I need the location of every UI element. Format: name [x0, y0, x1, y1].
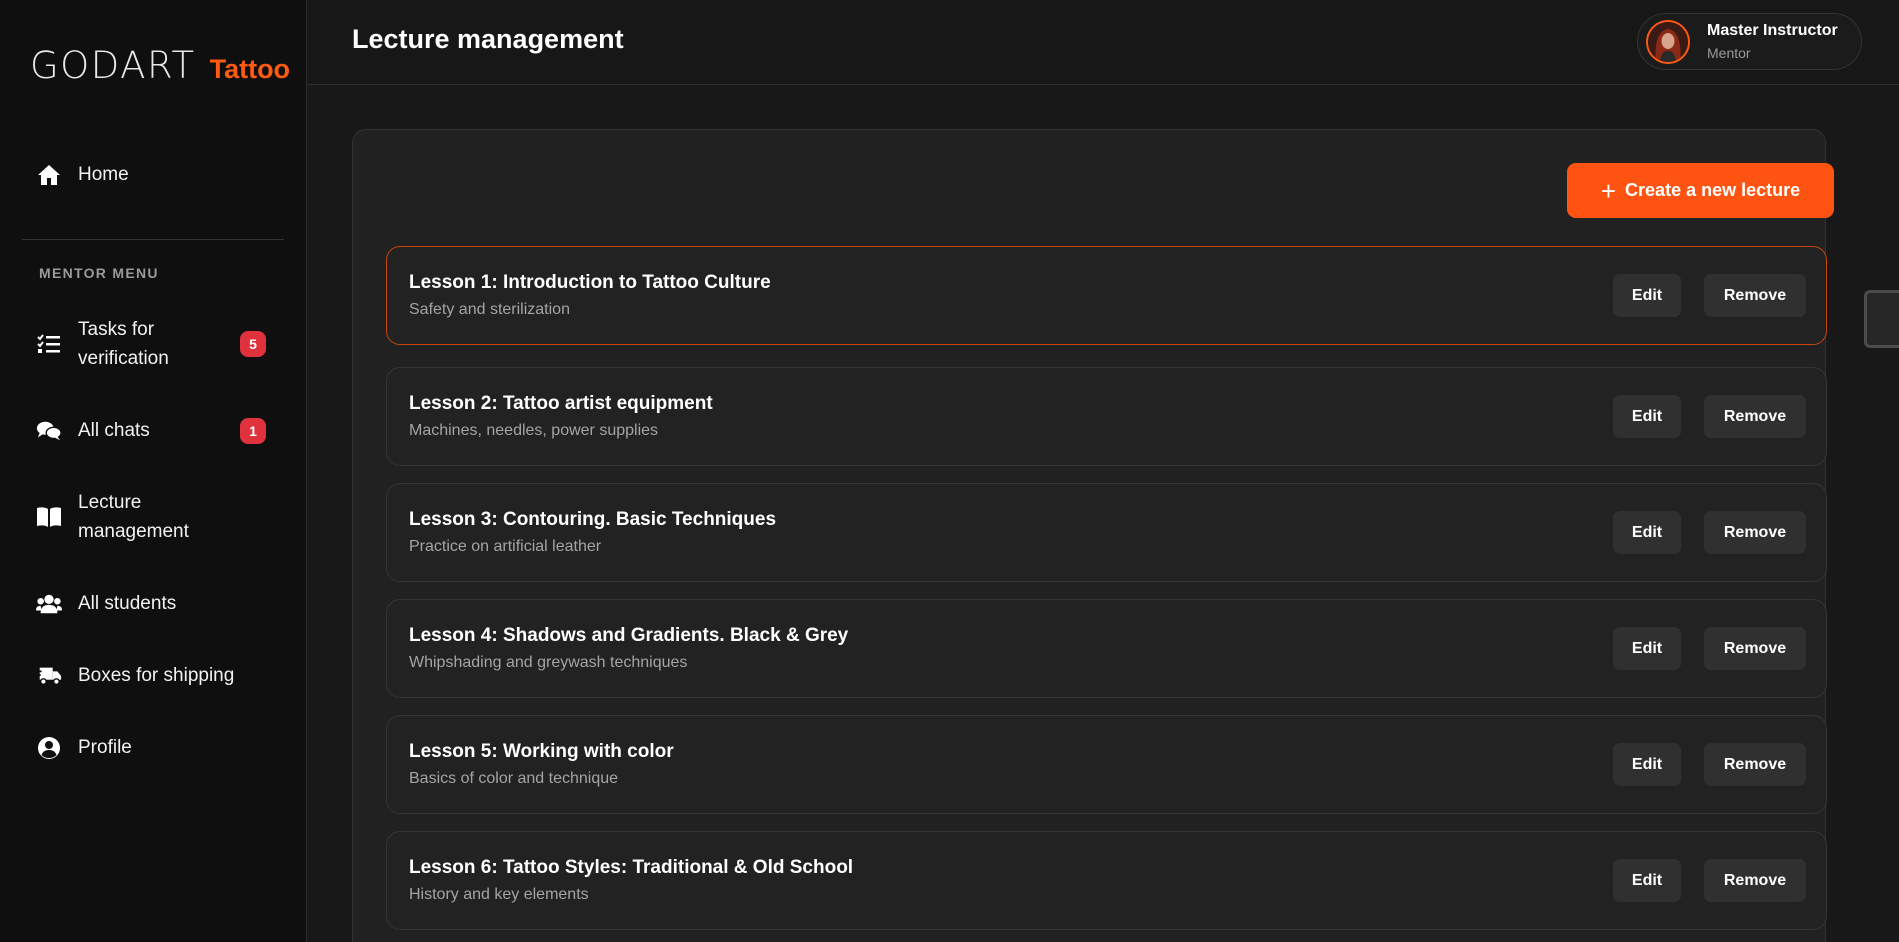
sidebar-item-lecture-management[interactable]: Lecture management — [22, 488, 284, 546]
chats-count-badge: 1 — [240, 417, 266, 444]
sidebar-item-label: Home — [78, 164, 129, 185]
sidebar-item-label: All students — [78, 593, 177, 614]
lecture-title: Lesson 5: Working with color — [409, 741, 674, 762]
brand-logo[interactable]: GODART Tattoo — [30, 44, 290, 87]
sidebar-item-shipping[interactable]: Boxes for shipping — [22, 661, 284, 690]
lecture-row[interactable]: Lesson 3: Contouring. Basic Techniques P… — [386, 483, 1827, 582]
sidebar-item-label: All chats — [78, 420, 150, 441]
lecture-title: Lesson 6: Tattoo Styles: Traditional & O… — [409, 857, 854, 878]
app-root: GODART Tattoo Home MENTOR MENU Tasks for… — [0, 0, 1899, 942]
sidebar-item-label: Lecture management — [78, 492, 189, 542]
user-role: Mentor — [1707, 45, 1751, 61]
edit-lecture-button[interactable]: Edit — [1613, 627, 1681, 670]
remove-lecture-button[interactable]: Remove — [1704, 511, 1806, 554]
remove-lecture-button[interactable]: Remove — [1704, 743, 1806, 786]
lecture-title: Lesson 3: Contouring. Basic Techniques — [409, 509, 777, 530]
remove-lecture-button[interactable]: Remove — [1704, 274, 1806, 317]
lecture-row[interactable]: Lesson 6: Tattoo Styles: Traditional & O… — [386, 831, 1827, 930]
lecture-subtitle: History and key elements — [409, 886, 589, 903]
sidebar-item-label: Boxes for shipping — [78, 665, 235, 686]
lecture-subtitle: Basics of color and technique — [409, 770, 619, 787]
lecture-title: Lesson 2: Tattoo artist equipment — [409, 393, 713, 414]
lecture-title: Lesson 4: Shadows and Gradients. Black &… — [409, 625, 849, 646]
lecture-title: Lesson 1: Introduction to Tattoo Culture — [409, 272, 771, 293]
edit-lecture-button[interactable]: Edit — [1613, 274, 1681, 317]
home-icon — [36, 162, 62, 188]
lecture-row[interactable]: Lesson 4: Shadows and Gradients. Black &… — [386, 599, 1827, 698]
page-title: Lecture management — [352, 24, 624, 54]
edit-lecture-button[interactable]: Edit — [1613, 511, 1681, 554]
chat-bubbles-icon — [36, 418, 62, 444]
open-book-icon — [36, 504, 62, 530]
delivery-truck-icon — [36, 663, 62, 689]
side-drawer-handle[interactable] — [1864, 290, 1899, 348]
remove-lecture-button[interactable]: Remove — [1704, 859, 1806, 902]
sidebar-item-label: Profile — [78, 737, 132, 758]
sidebar-item-home[interactable]: Home — [22, 160, 284, 189]
lecture-subtitle: Practice on artificial leather — [409, 538, 602, 555]
sidebar-item-tasks[interactable]: Tasks for verification 5 — [22, 315, 284, 373]
logo-accent: Tattoo — [209, 54, 291, 84]
remove-lecture-button[interactable]: Remove — [1704, 395, 1806, 438]
main-content: Lecture management Master Instructor Men… — [307, 0, 1899, 942]
lecture-row[interactable]: Lesson 1: Introduction to Tattoo Culture… — [386, 246, 1827, 345]
remove-lecture-button[interactable]: Remove — [1704, 627, 1806, 670]
lecture-row[interactable]: Lesson 2: Tattoo artist equipment Machin… — [386, 367, 1827, 466]
sidebar: GODART Tattoo Home MENTOR MENU Tasks for… — [0, 0, 307, 942]
edit-lecture-button[interactable]: Edit — [1613, 743, 1681, 786]
plus-icon: + — [1600, 175, 1617, 206]
tasks-count-badge: 5 — [240, 331, 266, 357]
edit-lecture-button[interactable]: Edit — [1613, 859, 1681, 902]
edit-lecture-button[interactable]: Edit — [1613, 395, 1681, 438]
users-icon — [36, 591, 62, 617]
lecture-subtitle: Whipshading and greywash techniques — [409, 654, 688, 671]
sidebar-item-students[interactable]: All students — [22, 589, 284, 618]
user-name: Master Instructor — [1707, 22, 1838, 39]
user-info: Master Instructor Mentor — [1707, 22, 1838, 61]
create-lecture-label: Create a new lecture — [1625, 180, 1801, 200]
logo-wordmark: GODART — [30, 44, 196, 87]
user-menu[interactable]: Master Instructor Mentor — [1637, 13, 1862, 70]
lecture-subtitle: Safety and sterilization — [409, 301, 570, 318]
lecture-row[interactable]: Lesson 5: Working with color Basics of c… — [386, 715, 1827, 814]
lectures-panel: + Create a new lecture Lesson 1: Introdu… — [352, 129, 1834, 942]
sidebar-item-profile[interactable]: Profile — [22, 733, 284, 762]
sidebar-item-label: Tasks for verification — [78, 319, 169, 369]
mentor-menu-heading: MENTOR MENU — [39, 265, 159, 281]
sidebar-item-chats[interactable]: All chats 1 — [22, 416, 284, 445]
user-circle-icon — [36, 735, 62, 761]
top-bar: Lecture management Master Instructor Men… — [307, 0, 1899, 85]
create-lecture-button[interactable]: + Create a new lecture — [1567, 163, 1834, 218]
sidebar-divider — [22, 239, 284, 240]
avatar — [1646, 19, 1690, 64]
task-list-icon — [36, 331, 62, 357]
lecture-subtitle: Machines, needles, power supplies — [409, 422, 659, 439]
